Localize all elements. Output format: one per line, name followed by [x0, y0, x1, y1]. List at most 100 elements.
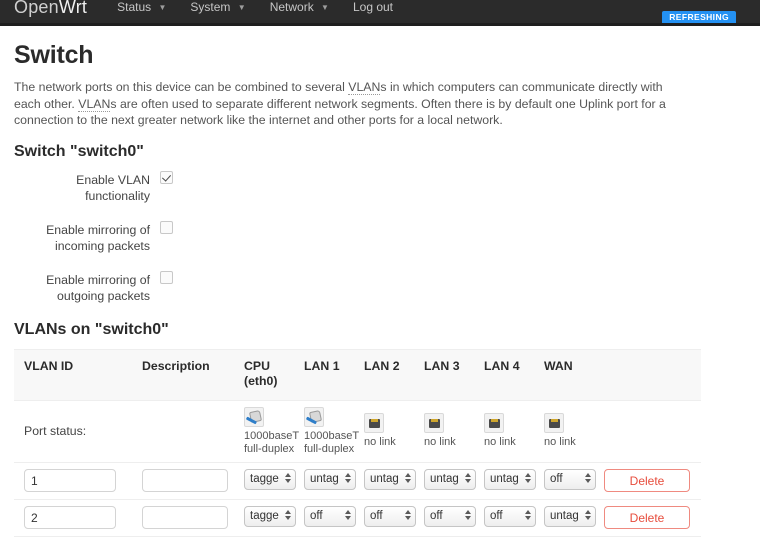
- vlan-row-1-cpu-cell: tagge: [234, 462, 294, 499]
- port-status-lan4: no link: [474, 400, 534, 462]
- vlan-description-input[interactable]: [142, 506, 228, 529]
- vlan-row-1-lan1-cell: untag: [294, 462, 354, 499]
- port-status-lan2-line1: no link: [364, 436, 408, 449]
- select-vlan1-lan4-value: untag: [490, 473, 523, 485]
- ethernet-nolink-icon: [424, 413, 444, 433]
- vlan-row-1-lan2-cell: untag: [354, 462, 414, 499]
- select-arrows-icon: [464, 510, 471, 525]
- select-arrows-icon: [344, 510, 351, 525]
- select-vlan1-lan2[interactable]: untag: [364, 469, 416, 490]
- select-arrows-icon: [584, 473, 591, 488]
- select-vlan1-cpu[interactable]: tagge: [244, 469, 296, 490]
- select-vlan2-wan[interactable]: untag: [544, 506, 596, 527]
- vlan-row-2-description-cell: [132, 499, 234, 536]
- port-status-lan3-line1: no link: [424, 436, 468, 449]
- nav-item-logout-label: Log out: [353, 0, 393, 14]
- vlan-row-2-lan3-cell: off: [414, 499, 474, 536]
- vlan-abbr: VLAN: [348, 80, 380, 95]
- select-vlan2-lan3[interactable]: off: [424, 506, 476, 527]
- vlan-row-2-id-cell: [14, 499, 132, 536]
- status-badge-refreshing[interactable]: REFRESHING: [662, 11, 736, 23]
- select-vlan2-lan3-value: off: [430, 510, 463, 522]
- select-arrows-icon: [404, 473, 411, 488]
- vlan-table: VLAN ID Description CPU (eth0) LAN 1 LAN…: [14, 349, 701, 537]
- port-status-lan4-line1: no link: [484, 436, 528, 449]
- vlan-id-input[interactable]: [24, 506, 116, 529]
- select-vlan2-cpu[interactable]: tagge: [244, 506, 296, 527]
- vlan-row-1-description-cell: [132, 462, 234, 499]
- vlan-row-1-lan3-cell: untag: [414, 462, 474, 499]
- option-row-mirror-outgoing: Enable mirroring of outgoing packets: [14, 271, 746, 304]
- option-row-mirror-incoming: Enable mirroring of incoming packets: [14, 221, 746, 254]
- top-navbar: OpenWrt Status ▼ System ▼ Network ▼ Log …: [0, 0, 760, 23]
- select-arrows-icon: [404, 510, 411, 525]
- column-header-vlan-id: VLAN ID: [14, 349, 132, 400]
- vlan-row-2-wan-cell: untag: [534, 499, 594, 536]
- ethernet-connected-icon: [304, 407, 324, 427]
- desc-part-1: The network ports on this device can be …: [14, 80, 348, 94]
- ethernet-nolink-icon: [544, 413, 564, 433]
- column-header-actions: [594, 349, 701, 400]
- ethernet-nolink-icon: [364, 413, 384, 433]
- select-vlan1-lan3-value: untag: [430, 473, 463, 485]
- select-vlan2-wan-value: untag: [550, 510, 583, 522]
- page-description: The network ports on this device can be …: [14, 79, 686, 129]
- vlan-id-input[interactable]: [24, 469, 116, 492]
- chevron-down-icon: ▼: [158, 3, 166, 12]
- vlan-row-2-lan4-cell: off: [474, 499, 534, 536]
- select-vlan2-lan1-value: off: [310, 510, 343, 522]
- select-arrows-icon: [584, 510, 591, 525]
- vlan-row-2-lan2-cell: off: [354, 499, 414, 536]
- port-status-wan-line1: no link: [544, 436, 588, 449]
- vlan-row-1-actions-cell: Delete: [594, 462, 701, 499]
- checkbox-enable-vlan-functionality[interactable]: [160, 171, 173, 184]
- delete-vlan1-button[interactable]: Delete: [604, 469, 690, 492]
- port-status-cpu-line1: 1000baseT: [244, 430, 288, 443]
- nav-item-system-label: System: [190, 0, 230, 14]
- vlan-row-1-wan-cell: off: [534, 462, 594, 499]
- nav-item-network[interactable]: Network ▼: [270, 0, 329, 14]
- brand-open: Open: [14, 0, 59, 17]
- chevron-down-icon: ▼: [321, 3, 329, 12]
- nav-item-logout[interactable]: Log out: [353, 0, 393, 14]
- select-arrows-icon: [464, 473, 471, 488]
- delete-vlan2-button[interactable]: Delete: [604, 506, 690, 529]
- option-label-mirror-outgoing: Enable mirroring of outgoing packets: [14, 271, 160, 304]
- vlan-row-2-lan1-cell: off: [294, 499, 354, 536]
- select-arrows-icon: [284, 473, 291, 488]
- column-header-cpu-sub: (eth0): [244, 374, 277, 388]
- chevron-down-icon: ▼: [238, 3, 246, 12]
- ethernet-connected-icon: [244, 407, 264, 427]
- option-label-vlan-functionality: Enable VLAN functionality: [14, 171, 160, 204]
- nav-item-status[interactable]: Status ▼: [117, 0, 166, 14]
- port-status-wan: no link: [534, 400, 594, 462]
- select-vlan2-lan1[interactable]: off: [304, 506, 356, 527]
- table-header-row: VLAN ID Description CPU (eth0) LAN 1 LAN…: [14, 349, 701, 400]
- port-status-lan1-line2: full-duplex: [304, 443, 348, 456]
- select-vlan2-lan2[interactable]: off: [364, 506, 416, 527]
- port-status-lan1: 1000baseT full-duplex: [294, 400, 354, 462]
- select-arrows-icon: [284, 510, 291, 525]
- nav-item-system[interactable]: System ▼: [190, 0, 245, 14]
- nav-item-network-label: Network: [270, 0, 314, 14]
- port-status-actions-cell: [594, 400, 701, 462]
- select-arrows-icon: [344, 473, 351, 488]
- select-vlan1-lan4[interactable]: untag: [484, 469, 536, 490]
- select-vlan1-lan3[interactable]: untag: [424, 469, 476, 490]
- vlan-row-2-cpu-cell: tagge: [234, 499, 294, 536]
- option-label-mirror-incoming: Enable mirroring of incoming packets: [14, 221, 160, 254]
- vlan-description-input[interactable]: [142, 469, 228, 492]
- checkbox-enable-mirroring-outgoing[interactable]: [160, 271, 173, 284]
- column-header-description: Description: [132, 349, 234, 400]
- openwrt-logo[interactable]: OpenWrt: [14, 0, 87, 18]
- option-row-vlan-functionality: Enable VLAN functionality: [14, 171, 746, 204]
- select-vlan1-wan[interactable]: off: [544, 469, 596, 490]
- checkbox-enable-mirroring-incoming[interactable]: [160, 221, 173, 234]
- vlan-row-1-lan4-cell: untag: [474, 462, 534, 499]
- select-vlan1-lan1[interactable]: untag: [304, 469, 356, 490]
- column-header-lan1: LAN 1: [294, 349, 354, 400]
- select-vlan2-lan4[interactable]: off: [484, 506, 536, 527]
- select-arrows-icon: [524, 510, 531, 525]
- port-status-cpu: 1000baseT full-duplex: [234, 400, 294, 462]
- vlan-row-2-actions-cell: Delete: [594, 499, 701, 536]
